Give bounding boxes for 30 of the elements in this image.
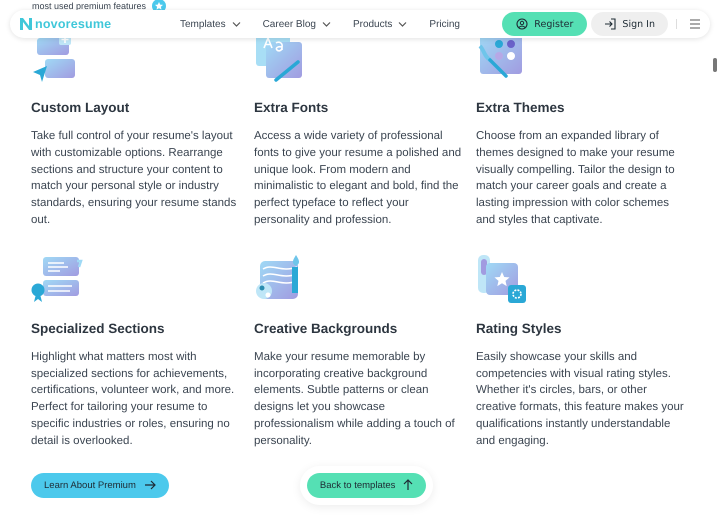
- user-icon: [516, 18, 528, 30]
- feature-description: Make your resume memorable by incorporating creative background elements. Subtle patterns or clean designs let you showcase professionalism while adding a touch of personality.: [254, 350, 456, 449]
- nav-link[interactable]: Templates: [180, 18, 241, 30]
- feature-description: Access a wide variety of professional fonts to give your resume a polished and unique look. From modern and minimalistic to elegant and bold, find the perfect typeface to reflect your personality and profession.: [254, 129, 462, 228]
- feature-title: Extra Themes: [476, 100, 566, 115]
- nav-link[interactable]: Pricing: [429, 18, 460, 30]
- back-to-templates-button[interactable]: Back to templates: [306, 472, 426, 498]
- feature-description: Highlight what matters most with specialized sections for achievements, certifications, volunteer work, and more. Perfect for tailoring your resume to specific industries or roles, ensuring no detail is overlooked.: [31, 350, 236, 449]
- feature-description: Easily showcase your skills and competencies with visual rating styles. Whether it's circles, bars, or other creative formats, this feature makes your qualifications instantly understandable and engaging.: [476, 350, 685, 449]
- document-ribbon-icon: [31, 254, 83, 305]
- arrow-right-icon: [144, 480, 156, 490]
- logo-icon: [19, 17, 33, 31]
- note-text: most used premium features: [32, 0, 146, 10]
- feature-title: Extra Fonts: [254, 100, 330, 115]
- sign-in-button[interactable]: Sign In: [591, 12, 668, 36]
- nav-link[interactable]: Career Blog: [262, 18, 331, 30]
- feature-title: Creative Backgrounds: [254, 320, 398, 336]
- register-button[interactable]: Register: [502, 12, 588, 36]
- sign-in-icon: [604, 18, 616, 30]
- menu-icon[interactable]: [690, 19, 700, 29]
- arrow-up-icon: [403, 479, 414, 492]
- star-card-icon: [476, 254, 528, 305]
- nav-link[interactable]: Products: [352, 18, 408, 30]
- feature-title: Rating Styles: [476, 320, 563, 336]
- feature-title: Custom Layout: [31, 100, 130, 115]
- learn-premium-button[interactable]: Learn About Premium: [31, 472, 169, 498]
- scrollbar-thumb[interactable]: [713, 58, 717, 72]
- feature-description: Take full control of your resume's layout with customizable options. Rearrange sections and structure your content to match your personal style or industry standards, ensuring your resume stands out.: [31, 129, 238, 228]
- feature-description: Choose from an expanded library of themes designed to make your resume visually compelling. Tailor the design to match your career goals and create a lasting impression with color schemes and styles that captivate.: [476, 129, 676, 228]
- feature-title: Specialized Sections: [31, 320, 166, 336]
